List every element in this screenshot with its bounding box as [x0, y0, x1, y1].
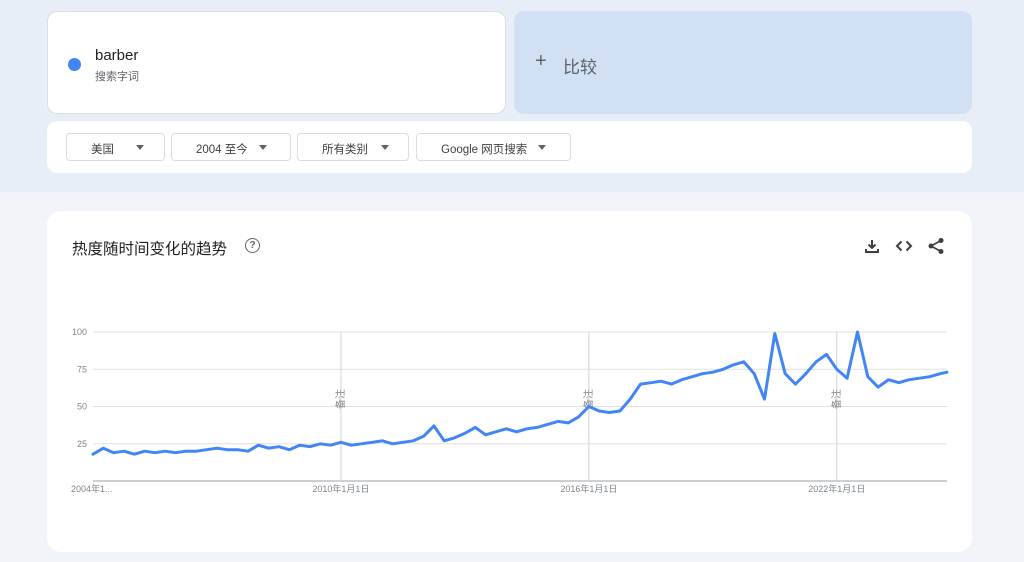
y-tick-label: 75 [77, 364, 87, 374]
x-tick-label: 2004年1... [71, 483, 113, 494]
region-label: 美国 [91, 144, 114, 156]
y-tick-label: 25 [77, 439, 87, 449]
compare-label: 比较 [563, 58, 597, 77]
series-line [91, 330, 949, 456]
x-tick-label: 2016年1月1日 [560, 483, 617, 494]
property-dropdown[interactable]: Google 网页搜索 [416, 133, 571, 161]
caret-down-icon [538, 145, 546, 150]
trend-chart: 255075100备注 备注 备注2004年1... 2010年1月1日 2016年1月… [71, 327, 949, 494]
filter-bar: 美国 2004 至今 所有类别 Google 网页搜索 [47, 121, 972, 173]
plus-icon: + [535, 50, 547, 72]
note-label: 备注 [830, 389, 843, 409]
term-color-dot [68, 58, 81, 71]
x-tick-label: 2010年1月1日 [312, 483, 369, 494]
time-range-label: 2004 至今 [196, 144, 248, 156]
property-label: Google 网页搜索 [441, 144, 528, 156]
y-tick-label: 50 [77, 402, 87, 412]
caret-down-icon [259, 145, 267, 150]
caret-down-icon [381, 145, 389, 150]
caret-down-icon [136, 145, 144, 150]
region-dropdown[interactable]: 美国 [66, 133, 165, 161]
interest-over-time-card: 热度随时间变化的趋势 ? 25 50 75 100 备注 备注 备注 2004年1... 201… [47, 211, 972, 552]
search-term-name[interactable]: barber [95, 47, 138, 64]
note-label: 备注 [334, 389, 347, 409]
search-term-type: 搜索字词 [95, 71, 139, 83]
search-term-card[interactable]: barber 搜索字词 [47, 11, 506, 114]
y-tick-label: 100 [72, 327, 87, 337]
compare-button[interactable]: + 比较 [514, 11, 972, 114]
category-label: 所有类别 [322, 144, 368, 156]
category-dropdown[interactable]: 所有类别 [297, 133, 409, 161]
x-tick-label: 2022年1月1日 [808, 483, 865, 494]
time-range-dropdown[interactable]: 2004 至今 [171, 133, 291, 161]
